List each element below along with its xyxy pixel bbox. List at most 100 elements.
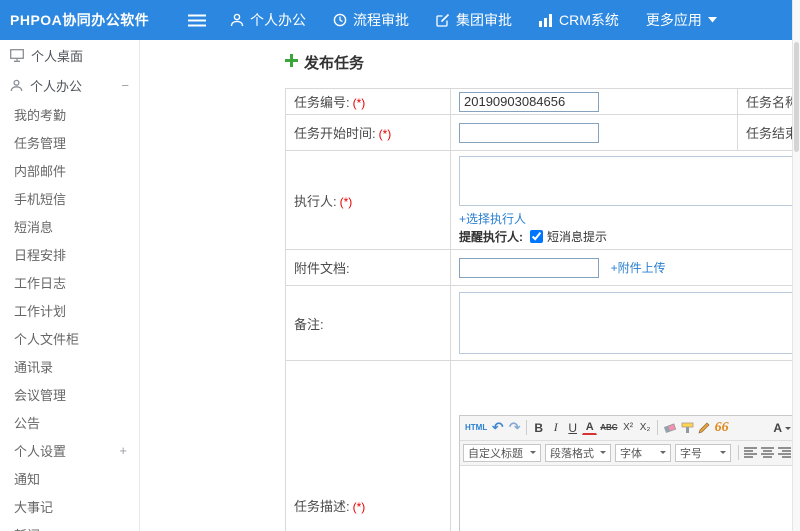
sidebar-item-memorabilia[interactable]: 大事记 (0, 492, 139, 520)
sidebar-item-work-plan[interactable]: 工作计划 (0, 296, 139, 324)
bold-button[interactable]: B (531, 419, 546, 437)
toolbar-separator (738, 445, 739, 460)
sidebar-item-my-attendance[interactable]: 我的考勤 (0, 100, 139, 128)
custom-heading-select[interactable]: 自定义标题 (463, 443, 541, 462)
italic-button[interactable]: I (548, 419, 563, 437)
editor-toolbar-row2: 自定义标题 段落格式 字体 字号 (460, 440, 796, 466)
collapse-icon[interactable]: − (121, 78, 129, 93)
text-color-dropdown[interactable]: A (772, 419, 792, 437)
sidebar-item-announcement[interactable]: 公告 (0, 408, 139, 436)
sidebar-item-short-message[interactable]: 短消息 (0, 212, 139, 240)
pencil-icon[interactable] (697, 419, 712, 437)
attachment-input[interactable] (459, 257, 599, 278)
font-family-select[interactable]: 字体 (615, 443, 671, 462)
remind-row: 提醒执行人: 短消息提示 (459, 228, 800, 247)
scrollbar-thumb[interactable] (794, 42, 799, 152)
chevron-down-icon (660, 451, 666, 457)
sidebar-item-internal-mail[interactable]: 内部邮件 (0, 156, 139, 184)
sidebar-item-personal-desktop[interactable]: 个人桌面 (0, 40, 139, 70)
app-logo[interactable]: PHPOA协同办公软件 (0, 10, 158, 30)
nav-item-process-approval[interactable]: 流程审批 (333, 10, 409, 30)
add-icon (285, 53, 298, 72)
paragraph-format-select[interactable]: 段落格式 (545, 443, 611, 462)
sidebar-item-schedule[interactable]: 日程安排 (0, 240, 139, 268)
sidebar-item-meeting-management[interactable]: 会议管理 (0, 380, 139, 408)
sidebar-item-work-log[interactable]: 工作日志 (0, 268, 139, 296)
user-icon (10, 79, 23, 92)
sidebar-item-task-management[interactable]: 任务管理 (0, 128, 139, 156)
description-field-cell: HTML ↶ ↷ B I U A ABC X² X₂ 66 A 自定义标题 段落… (450, 360, 800, 531)
editor-content-area[interactable] (460, 465, 796, 531)
superscript-button[interactable]: X² (621, 419, 636, 437)
sidebar-item-personal-settings[interactable]: 个人设置 + (0, 436, 139, 464)
menu-toggle-icon[interactable] (188, 14, 206, 27)
executor-textarea[interactable] (459, 156, 797, 206)
expand-icon[interactable]: + (119, 443, 127, 458)
chevron-down-icon (530, 451, 536, 457)
subscript-button[interactable]: X₂ (638, 419, 653, 437)
align-left-icon[interactable] (742, 444, 759, 462)
editor-toolbar-row1: HTML ↶ ↷ B I U A ABC X² X₂ 66 A (460, 415, 796, 441)
description-label-cell: 任务描述: (*) (285, 360, 451, 531)
end-time-label-cell: 任务结束时间:(*) (737, 114, 800, 151)
nav-item-more-apps[interactable]: 更多应用 (646, 10, 717, 30)
sidebar-item-label: 内部邮件 (14, 163, 67, 179)
chevron-down-icon (707, 17, 717, 23)
required-mark: (*) (378, 127, 392, 141)
select-executor-link[interactable]: +选择执行人 (459, 208, 526, 228)
required-mark: (*) (352, 96, 366, 110)
paragraph-format-label: 段落格式 (550, 447, 594, 460)
chart-icon (539, 13, 553, 27)
sidebar-item-label: 新闻 (14, 525, 40, 531)
align-right-icon[interactable] (776, 444, 793, 462)
format-brush-icon[interactable] (680, 419, 695, 437)
sidebar-item-news[interactable]: 新闻 (0, 520, 139, 531)
start-time-label: 任务开始时间: (294, 126, 376, 141)
sidebar-item-label: 通知 (14, 471, 41, 487)
nav-item-group-approval[interactable]: 集团审批 (436, 10, 512, 30)
user-icon (230, 13, 244, 27)
chevron-down-icon (720, 451, 726, 457)
start-time-input[interactable] (459, 122, 599, 143)
remark-textarea[interactable] (459, 292, 797, 354)
blockquote-button[interactable]: 66 (714, 419, 730, 437)
text-color-label: A (773, 420, 782, 435)
sms-remind-checkbox[interactable] (530, 230, 543, 243)
redo-icon[interactable]: ↷ (507, 419, 522, 437)
custom-heading-label: 自定义标题 (468, 447, 523, 460)
sidebar-item-personal-office[interactable]: 个人办公 − (0, 70, 139, 100)
undo-icon[interactable]: ↶ (490, 419, 505, 437)
underline-button[interactable]: U (565, 419, 580, 437)
start-time-label-cell: 任务开始时间: (*) (285, 114, 451, 151)
attachment-label-cell: 附件文档: (285, 249, 451, 286)
sidebar-item-label: 我的考勤 (14, 107, 67, 123)
sidebar-item-label: 短消息 (14, 219, 54, 235)
nav-item-personal-office[interactable]: 个人办公 (230, 10, 306, 30)
strikethrough-button[interactable]: ABC (599, 419, 618, 437)
sidebar-item-notification[interactable]: 通知 (0, 464, 139, 492)
sidebar-item-file-cabinet[interactable]: 个人文件柜 (0, 324, 139, 352)
sidebar-item-label: 个人文件柜 (14, 331, 80, 347)
sidebar-item-mobile-sms[interactable]: 手机短信 (0, 184, 139, 212)
html-source-button[interactable]: HTML (464, 419, 488, 437)
attachment-field-cell: +附件上传 (450, 249, 800, 286)
executor-field-cell: +选择执行人 提醒执行人: 短消息提示 (450, 150, 800, 250)
nav-item-label: 集团审批 (456, 12, 512, 28)
nav-item-crm-system[interactable]: CRM系统 (539, 10, 619, 30)
font-size-select[interactable]: 字号 (675, 443, 731, 462)
sidebar-item-label: 通讯录 (14, 359, 54, 375)
vertical-scrollbar[interactable] (792, 0, 800, 531)
sidebar-item-label: 工作计划 (14, 303, 67, 319)
task-number-label-cell: 任务编号: (*) (285, 88, 451, 115)
sidebar: 个人桌面 个人办公 − 我的考勤 任务管理 内部邮件 手机短信 短消息 日程安排… (0, 40, 140, 531)
desktop-icon (10, 48, 24, 62)
eraser-icon[interactable] (662, 419, 678, 437)
page-title-text: 发布任务 (304, 55, 365, 72)
attachment-upload-link[interactable]: +附件上传 (611, 261, 666, 275)
chevron-down-icon (785, 426, 791, 433)
font-color-button[interactable]: A (582, 420, 598, 435)
sidebar-item-contacts[interactable]: 通讯录 (0, 352, 139, 380)
task-number-label: 任务编号: (294, 95, 350, 110)
align-center-icon[interactable] (759, 444, 776, 462)
task-number-input[interactable] (459, 91, 599, 112)
